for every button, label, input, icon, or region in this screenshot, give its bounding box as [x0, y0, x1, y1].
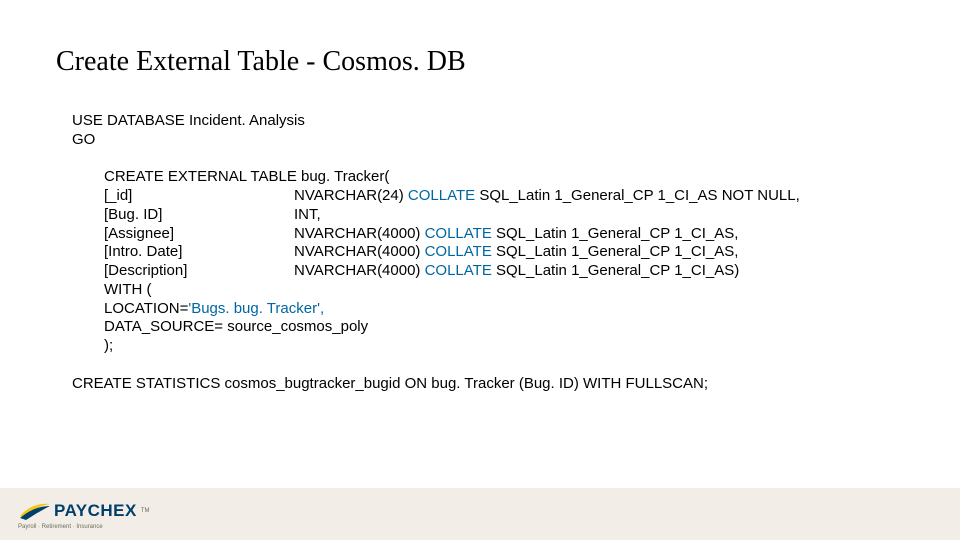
- code-block: USE DATABASE Incident. Analysis GO CREAT…: [72, 112, 800, 393]
- code-col-row: [Intro. Date] NVARCHAR(4000) COLLATE SQL…: [104, 243, 800, 262]
- logo-tm: TM: [141, 508, 150, 514]
- code-col-row: [_id] NVARCHAR(24) COLLATE SQL_Latin 1_G…: [104, 187, 800, 206]
- col-type: NVARCHAR(24) COLLATE SQL_Latin 1_General…: [294, 187, 800, 206]
- code-col-row: [Description] NVARCHAR(4000) COLLATE SQL…: [104, 262, 800, 281]
- col-name: [Intro. Date]: [104, 243, 294, 262]
- code-col-row: [Assignee] NVARCHAR(4000) COLLATE SQL_La…: [104, 225, 800, 244]
- col-name: [Bug. ID]: [104, 206, 294, 225]
- slide-title: Create External Table - Cosmos. DB: [56, 46, 466, 78]
- code-line: CREATE EXTERNAL TABLE bug. Tracker(: [104, 168, 800, 187]
- code-line: CREATE STATISTICS cosmos_bugtracker_bugi…: [72, 375, 800, 394]
- code-line: DATA_SOURCE= source_cosmos_poly: [104, 318, 800, 337]
- code-line: WITH (: [104, 281, 800, 300]
- col-name: [Description]: [104, 262, 294, 281]
- code-blank: [72, 356, 800, 375]
- code-blank: [72, 150, 800, 169]
- code-line: LOCATION='Bugs. bug. Tracker',: [104, 300, 800, 319]
- code-line: );: [104, 337, 800, 356]
- logo-tagline: Payroll · Retirement · Insurance: [18, 524, 128, 530]
- col-type: INT,: [294, 206, 321, 225]
- col-name: [Assignee]: [104, 225, 294, 244]
- col-type: NVARCHAR(4000) COLLATE SQL_Latin 1_Gener…: [294, 262, 739, 281]
- code-line: USE DATABASE Incident. Analysis: [72, 112, 800, 131]
- col-type: NVARCHAR(4000) COLLATE SQL_Latin 1_Gener…: [294, 243, 738, 262]
- code-col-row: [Bug. ID] INT,: [104, 206, 800, 225]
- col-name: [_id]: [104, 187, 294, 206]
- logo-text: PAYCHEX: [54, 501, 137, 521]
- col-type: NVARCHAR(4000) COLLATE SQL_Latin 1_Gener…: [294, 225, 738, 244]
- logo-swoosh-icon: [18, 500, 52, 522]
- code-line: GO: [72, 131, 800, 150]
- paychex-logo: PAYCHEXTM Payroll · Retirement · Insuran…: [18, 500, 128, 530]
- footer-bar: PAYCHEX TM Payroll · Retirement · Insuran…: [0, 488, 960, 540]
